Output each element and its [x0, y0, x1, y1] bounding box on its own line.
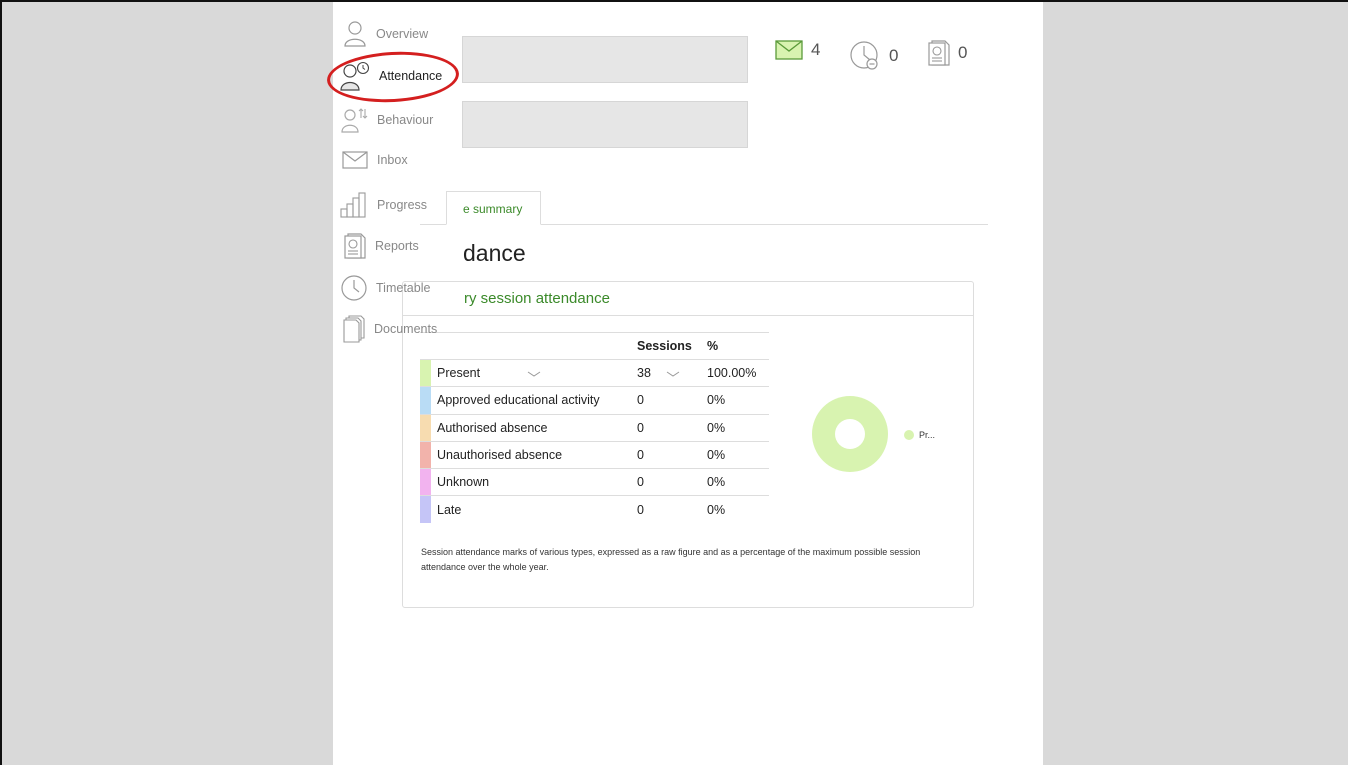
clock-minus-icon [850, 41, 878, 70]
chart-legend[interactable]: Pr... [904, 430, 935, 440]
nav-item-progress[interactable]: Progress [340, 192, 427, 218]
table-row[interactable]: Authorised absence 0 0% [420, 413, 769, 442]
clock-icon [341, 275, 367, 301]
messages-count: 4 [811, 40, 821, 59]
table-row[interactable]: Late 0 0% [420, 495, 769, 524]
row-percent: 0% [707, 413, 769, 442]
documents-icon [343, 315, 365, 343]
color-swatch [420, 386, 431, 415]
row-percent: 0% [707, 386, 769, 415]
table-row[interactable]: Present 38 100.00% [420, 358, 769, 387]
header-percent[interactable]: % [707, 332, 769, 360]
messages-counter[interactable]: 4 [775, 40, 820, 60]
color-swatch [420, 468, 431, 496]
color-swatch [420, 440, 431, 469]
row-sessions: 0 [637, 440, 707, 469]
nav-label: Documents [374, 322, 438, 336]
legend-swatch [904, 430, 914, 440]
row-label: Approved educational activity [431, 386, 637, 415]
redacted-subheader-block [462, 101, 748, 148]
table-row[interactable]: Unauthorised absence 0 0% [420, 440, 769, 469]
header-name [431, 332, 637, 360]
nav-label: Overview [376, 27, 429, 41]
header-sessions[interactable]: Sessions [637, 332, 707, 360]
row-sessions: 0 [637, 413, 707, 442]
row-label: Authorised absence [431, 413, 637, 442]
row-label: Unknown [431, 468, 637, 496]
nav-label: Inbox [377, 153, 408, 167]
chevron-down-icon[interactable] [484, 370, 542, 378]
table-row[interactable]: Approved educational activity 0 0% [420, 386, 769, 415]
row-sessions: 0 [637, 468, 707, 496]
bar-chart-icon [340, 192, 366, 218]
row-label: Present [437, 366, 481, 381]
envelope-icon [342, 151, 368, 169]
page-title: dance [463, 240, 526, 266]
pending-count: 0 [889, 46, 899, 65]
row-sessions: 0 [637, 386, 707, 415]
row-sessions: 0 [637, 495, 707, 524]
nav-item-overview[interactable]: Overview [343, 20, 428, 48]
envelope-icon [775, 40, 803, 60]
right-backdrop [1043, 2, 1348, 765]
nav-item-timetable[interactable]: Timetable [341, 274, 430, 302]
color-swatch [420, 413, 431, 442]
row-label: Late [431, 495, 637, 524]
nav-label: Behaviour [377, 113, 434, 127]
chevron-down-icon[interactable] [666, 370, 680, 378]
nav-item-reports[interactable]: Reports [344, 233, 419, 259]
table-footnote: Session attendance marks of various type… [421, 547, 921, 572]
nav-label: Reports [375, 239, 419, 253]
redacted-header-block [462, 36, 748, 83]
reports-counter[interactable]: 0 [928, 40, 967, 66]
reports-count: 0 [958, 43, 968, 62]
report-icon [344, 233, 366, 259]
left-backdrop [2, 2, 333, 765]
color-swatch [420, 358, 431, 387]
pending-counter[interactable]: 0 [849, 40, 898, 72]
nav-label: Progress [377, 198, 428, 212]
legend-label: Pr... [919, 430, 936, 440]
row-percent: 0% [707, 468, 769, 496]
nav-label: Timetable [376, 281, 431, 295]
attendance-donut-chart[interactable] [812, 396, 888, 472]
row-percent: 100.00% [707, 358, 769, 387]
row-percent: 0% [707, 495, 769, 524]
attendance-table: Sessions % Present 38 100.00% Approved e [420, 332, 769, 524]
table-row[interactable]: Unknown 0 0% [420, 468, 769, 496]
panel-title: ry session attendance [403, 282, 973, 316]
report-icon [928, 40, 950, 66]
person-icon [344, 21, 366, 47]
row-label: Unauthorised absence [431, 440, 637, 469]
color-swatch [420, 495, 431, 524]
nav-item-behaviour[interactable]: Behaviour [340, 107, 433, 133]
nav-item-documents[interactable]: Documents [343, 315, 437, 343]
table-header-row: Sessions % [420, 332, 769, 360]
row-sessions: 38 [637, 366, 651, 381]
person-arrows-icon [341, 108, 368, 133]
tab-attendance-summary[interactable]: e summary [446, 191, 541, 225]
nav-item-inbox[interactable]: Inbox [342, 150, 408, 170]
row-percent: 0% [707, 440, 769, 469]
